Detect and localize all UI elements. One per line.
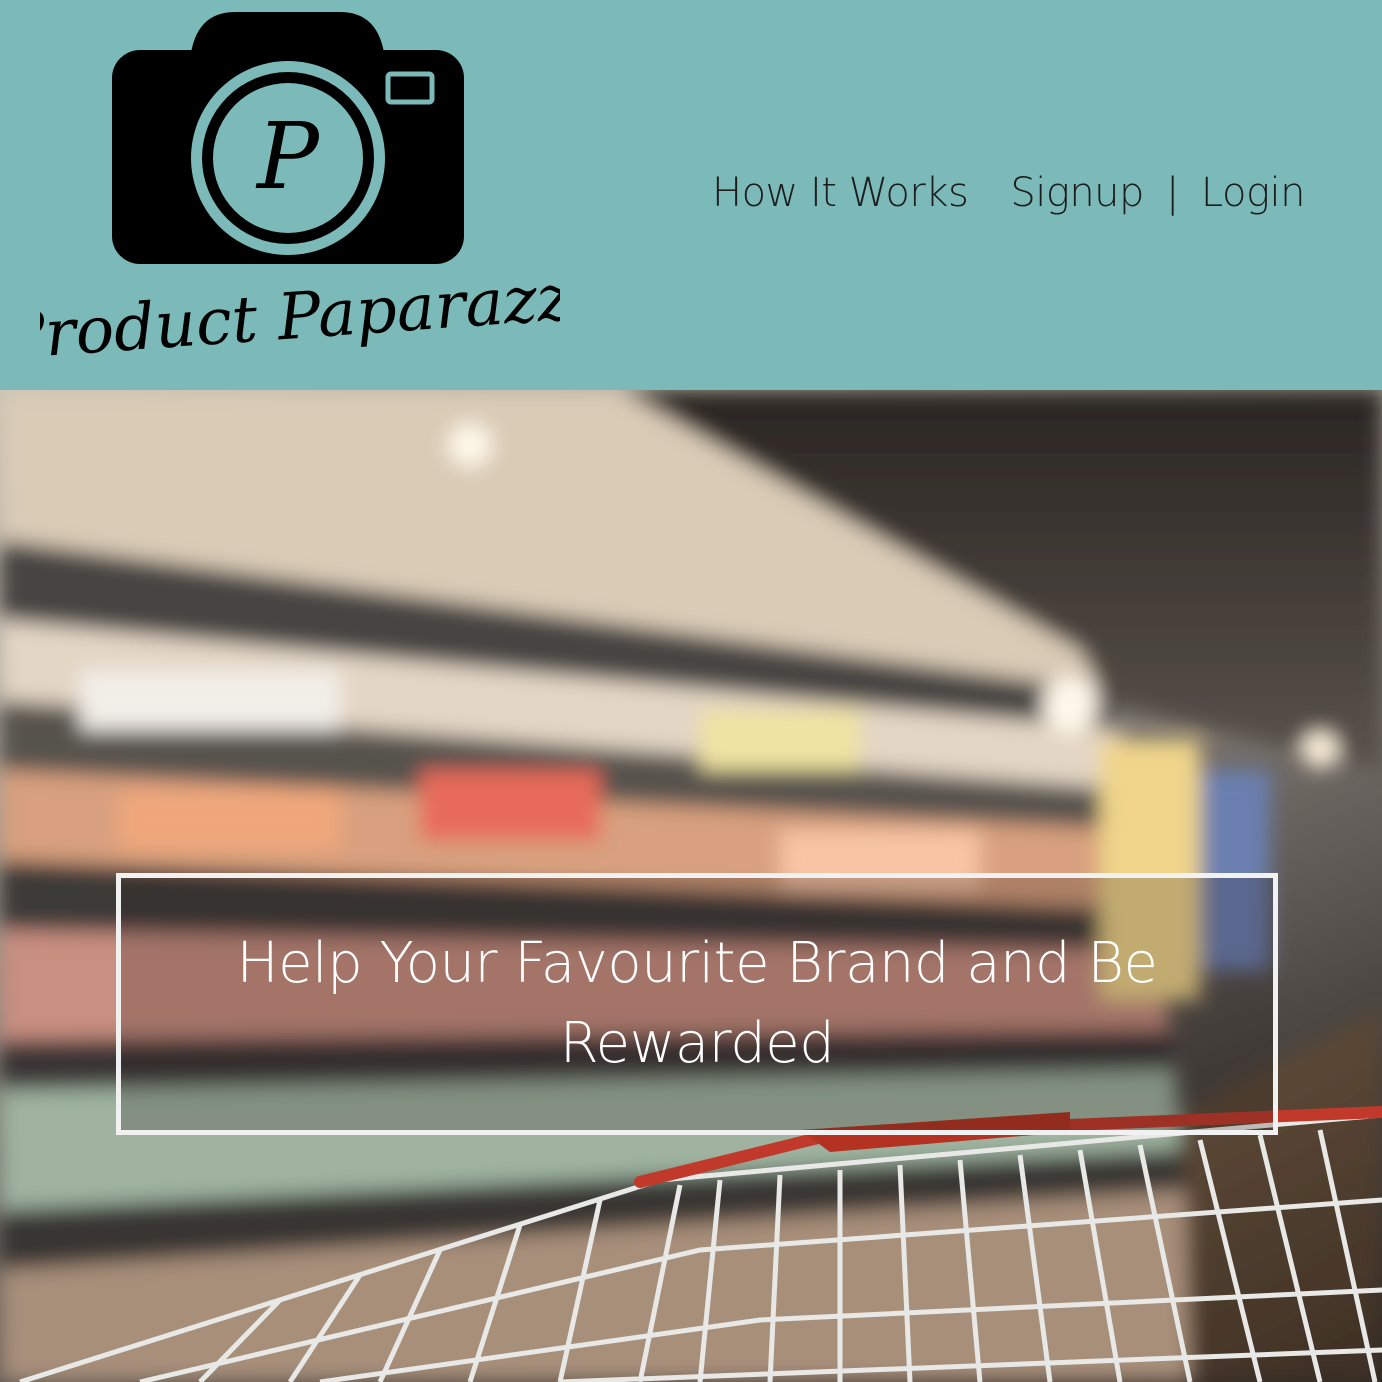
main-nav: How It Works Signup | Login [712, 168, 1305, 218]
nav-signup[interactable]: Signup [1010, 170, 1144, 216]
nav-how-it-works[interactable]: How It Works [712, 170, 969, 216]
nav-login[interactable]: Login [1201, 170, 1306, 216]
logo-monogram: P [255, 103, 321, 210]
logo-wordmark: Product Paparazzi [40, 260, 560, 375]
hero-headline: Help Your Favourite Brand and Be Rewarde… [236, 931, 1158, 1076]
camera-icon: P Product Paparazzi [40, 12, 560, 375]
site-header: P Product Paparazzi How It Works Signup … [0, 0, 1382, 390]
hero-section: Help Your Favourite Brand and Be Rewarde… [0, 390, 1382, 1382]
hero-headline-box: Help Your Favourite Brand and Be Rewarde… [116, 873, 1278, 1135]
nav-separator: | [1165, 170, 1179, 216]
brand-logo[interactable]: P Product Paparazzi [40, 8, 560, 378]
